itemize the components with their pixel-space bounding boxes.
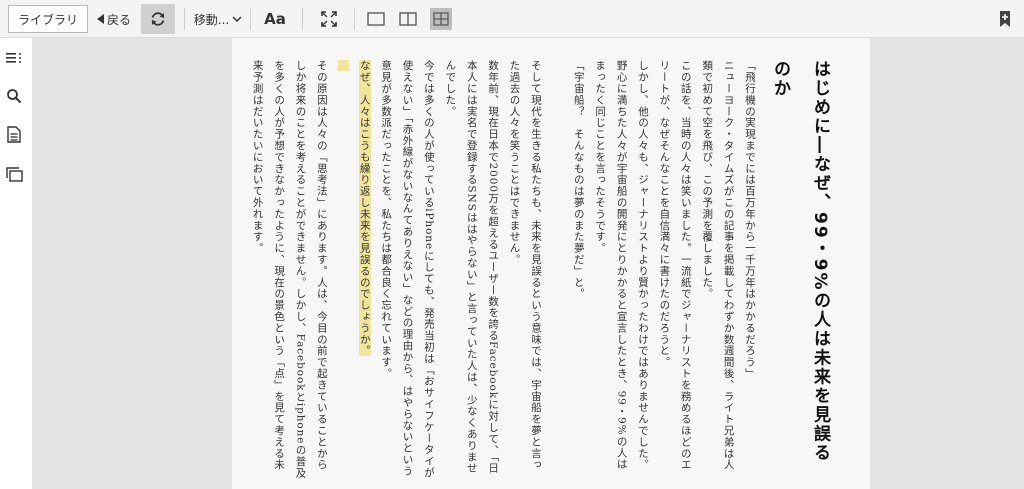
highlighted-paragraph[interactable]: なぜ、人々はこうも繰り返し未来を見誤るのでしょうか。	[353, 60, 374, 480]
grid-page-icon	[433, 12, 449, 26]
paragraph: 数年前、現在日本で2000万を超えるユーザー数を誇るFacebookに対して、「…	[444, 60, 500, 474]
cards-icon	[5, 166, 23, 182]
left-sidebar	[0, 38, 32, 489]
back-arrow-icon	[96, 14, 104, 24]
sync-button[interactable]	[141, 4, 175, 34]
toolbar-divider	[354, 8, 355, 30]
single-page-layout-button[interactable]	[366, 5, 386, 33]
document-icon	[7, 125, 21, 143]
bookmark-button[interactable]	[996, 5, 1014, 33]
vertical-text-column: はじめに―なぜ、99・9%の人は未来を見誤るのか 「飛行機の実現までには百万年か…	[246, 60, 840, 480]
move-label: 移動...	[193, 12, 230, 27]
bookmark-add-icon	[1000, 11, 1010, 27]
paragraph: そして現代を生きる私たちも、未来を見誤るという意味では、宇宙船を夢と言った過去の…	[508, 60, 542, 471]
table-of-contents-button[interactable]	[4, 48, 24, 68]
top-toolbar: ライブラリ 戻る 移動... Aa	[0, 0, 1024, 38]
toolbar-divider	[302, 8, 303, 30]
reading-area: はじめに―なぜ、99・9%の人は未来を見誤るのか 「飛行機の実現までには百万年か…	[32, 38, 1024, 489]
search-icon	[7, 89, 22, 104]
paragraph: 今では多くの人が使っているiPhoneにしても、発売当初は「おサイフケータイが使…	[380, 60, 435, 479]
back-button[interactable]: 戻る	[94, 5, 134, 33]
search-button[interactable]	[4, 86, 24, 106]
expand-icon	[321, 11, 337, 27]
chapter-title: はじめに―なぜ、99・9%の人は未来を見誤るのか	[770, 60, 830, 463]
paragraph: 「飛行機の実現までには百万年から一千万年はかかるだろう」	[744, 60, 756, 380]
chevron-down-icon	[232, 16, 242, 23]
paragraph: 「宇宙船？ そんなものは夢のまた夢だ」と。	[572, 60, 585, 300]
sync-icon	[151, 12, 165, 26]
fullscreen-button[interactable]	[316, 5, 342, 33]
toolbar-divider	[184, 8, 185, 30]
book-page[interactable]: はじめに―なぜ、99・9%の人は未来を見誤るのか 「飛行機の実現までには百万年か…	[232, 38, 870, 489]
move-dropdown[interactable]: 移動...	[192, 5, 244, 33]
flashcards-button[interactable]	[4, 164, 24, 184]
library-button[interactable]: ライブラリ	[8, 5, 88, 33]
back-label: 戻る	[106, 12, 131, 27]
highlight[interactable]: なぜ、人々はこうも繰り返し未来を見誤るのでしょうか。	[358, 60, 371, 357]
notes-button[interactable]	[4, 124, 24, 144]
highlight-marker[interactable]	[337, 60, 349, 71]
paragraph: ニューヨーク・タイムズがこの記事を掲載してわずか数週間後、ライト兄弟は人類で初め…	[701, 60, 735, 471]
two-page-layout-button[interactable]	[398, 5, 418, 33]
paragraph: この話を、当時の人々は笑いました。一流紙でジャーナリストを務めるほどのエリートが…	[658, 60, 692, 471]
toc-icon	[6, 53, 21, 63]
single-page-icon	[367, 12, 385, 26]
two-page-icon	[399, 12, 417, 26]
highlight-marker-line	[332, 60, 353, 480]
paragraph: その原因は人々の「思考法」にあります。人は、今目の前で起きていることからしか将来…	[251, 60, 328, 479]
paragraph: しかし、他の人々も、ジャーナリストより賢かったわけではありませんでした。野心に満…	[594, 60, 649, 471]
toolbar-divider	[250, 8, 251, 30]
font-settings-button[interactable]: Aa	[260, 5, 290, 33]
multi-page-layout-button[interactable]	[430, 8, 452, 30]
